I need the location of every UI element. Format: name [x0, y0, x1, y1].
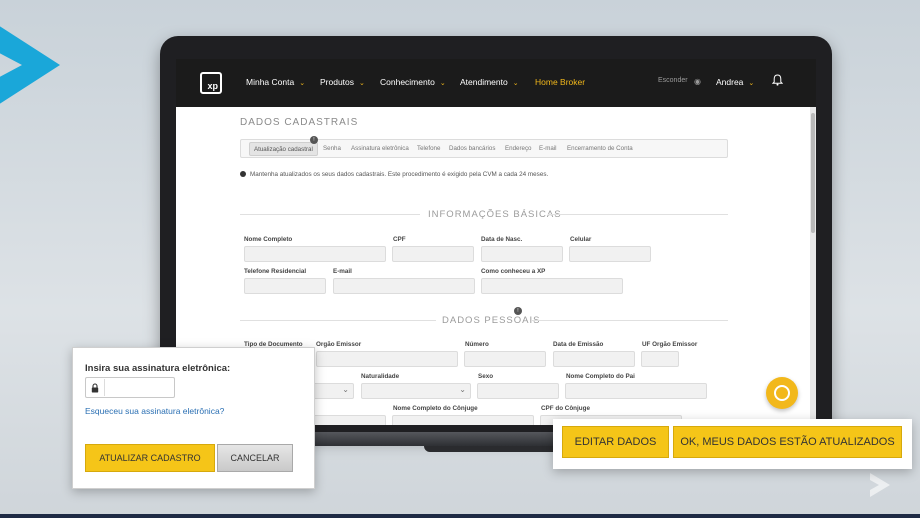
tab-encerramento-conta[interactable]: Encerramento de Conta [567, 145, 633, 152]
hide-balance-toggle[interactable]: Esconder [658, 77, 688, 84]
nome-pai-field[interactable] [565, 383, 707, 399]
como-conheceu-field[interactable] [481, 278, 623, 294]
chat-icon [774, 385, 790, 401]
data-nasc-field[interactable] [481, 246, 563, 262]
tab-email[interactable]: E-mail [539, 145, 557, 152]
telefone-residencial-field[interactable] [244, 278, 326, 294]
page-scrollbar[interactable] [810, 107, 816, 425]
nav-minha-conta[interactable]: Minha Conta ⌄ [246, 77, 305, 87]
label-data-nasc: Data de Nasc. [481, 236, 523, 243]
eye-icon[interactable]: ◉ [694, 77, 701, 86]
chat-button[interactable] [766, 377, 798, 409]
label-celular: Celular [570, 236, 592, 243]
tab-dados-bancarios[interactable]: Dados bancários [449, 145, 495, 152]
tab-assinatura-eletronica[interactable]: Assinatura eletrônica [351, 145, 409, 152]
nav-atendimento[interactable]: Atendimento ⌄ [460, 77, 519, 87]
brand-arrow-logo [0, 26, 60, 104]
label-orgao-emissor: Orgão Emissor [316, 341, 362, 348]
nav-home-broker[interactable]: Home Broker [535, 77, 585, 87]
divider [548, 214, 728, 215]
tab-senha[interactable]: Senha [323, 145, 341, 152]
nav-produtos[interactable]: Produtos ⌄ [320, 77, 365, 87]
tab-atualizacao-cadastral[interactable]: Atualização cadastral [249, 142, 318, 156]
divider [240, 214, 420, 215]
section-personal-data: DADOS PESSOAIS [240, 315, 728, 326]
cvm-notice: Mantenha atualizados os seus dados cadas… [240, 171, 548, 178]
section-alert-badge: ! [514, 307, 522, 315]
nav-conhecimento[interactable]: Conhecimento ⌄ [380, 77, 446, 87]
forgot-signature-link[interactable]: Esqueceu sua assinatura eletrônica? [85, 406, 224, 416]
page-title: DADOS CADASTRAIS [240, 117, 359, 128]
label-como-conheceu: Como conheceu a XP [481, 268, 546, 275]
top-navbar: xp Minha Conta ⌄ Produtos ⌄ Conhecimento ⌄ … [176, 59, 816, 107]
label-uf-orgao-emissor: UF Orgão Emissor [642, 341, 698, 348]
divider [532, 320, 728, 321]
label-nome-conjuge: Nome Completo do Cônjuge [393, 405, 478, 412]
cpf-field[interactable] [392, 246, 474, 262]
label-numero: Número [465, 341, 489, 348]
signature-input[interactable] [104, 379, 174, 396]
cancel-button[interactable]: CANCELAR [217, 444, 293, 472]
bottom-bar [0, 514, 920, 518]
signature-dialog: Insira sua assinatura eletrônica: Esquec… [72, 347, 315, 489]
chevron-down-icon: ⌄ [748, 80, 755, 87]
nome-conjuge-field[interactable] [392, 415, 534, 425]
sexo-field[interactable] [477, 383, 559, 399]
divider [240, 320, 436, 321]
email-field[interactable] [333, 278, 475, 294]
tab-telefone[interactable]: Telefone [417, 145, 440, 152]
nome-completo-field[interactable] [244, 246, 386, 262]
tab-alert-badge: ! [310, 136, 318, 144]
celular-field[interactable] [569, 246, 651, 262]
label-naturalidade: Naturalidade [361, 373, 400, 380]
chevron-down-icon: ⌄ [299, 80, 306, 87]
orgao-emissor-field[interactable] [316, 351, 458, 367]
uf-orgao-emissor-field[interactable] [641, 351, 679, 367]
laptop-notch [424, 446, 572, 452]
label-email: E-mail [333, 268, 352, 275]
label-sexo: Sexo [478, 373, 494, 380]
info-icon [240, 171, 246, 177]
label-nome-completo: Nome Completo [244, 236, 293, 243]
dialog-title: Insira sua assinatura eletrônica: [85, 363, 231, 374]
chevron-down-icon: ⌄ [359, 80, 365, 87]
signature-input-group [85, 377, 175, 398]
label-cpf: CPF [393, 236, 406, 243]
section-basic-info: INFORMAÇÕES BÁSICAS [240, 209, 728, 220]
naturalidade-select[interactable] [361, 383, 471, 399]
watermark-play-icon [870, 473, 890, 497]
label-telefone-residencial: Telefone Residencial [244, 268, 307, 275]
brand-logo[interactable]: xp [200, 72, 222, 94]
tab-endereco[interactable]: Endereço [505, 145, 532, 152]
confirm-bar: EDITAR DADOS OK, MEUS DADOS ESTÃO ATUALI… [553, 419, 912, 469]
lock-icon [91, 383, 99, 393]
user-menu[interactable]: Andrea ⌄ [716, 77, 754, 87]
chevron-down-icon: ⌄ [439, 80, 446, 87]
label-cpf-conjuge: CPF do Cônjuge [541, 405, 590, 412]
edit-data-button[interactable]: EDITAR DADOS [562, 426, 669, 458]
data-up-to-date-button[interactable]: OK, MEUS DADOS ESTÃO ATUALIZADOS [673, 426, 902, 458]
data-emissao-field[interactable] [553, 351, 635, 367]
label-data-emissao: Data de Emissão [553, 341, 604, 348]
section-title: INFORMAÇÕES BÁSICAS [428, 209, 562, 220]
scrollbar-thumb[interactable] [811, 113, 815, 233]
chevron-down-icon: ⌄ [512, 80, 519, 87]
section-title: DADOS PESSOAIS [442, 315, 541, 326]
label-nome-pai: Nome Completo do Pai [566, 373, 635, 380]
numero-field[interactable] [464, 351, 546, 367]
update-registration-button[interactable]: ATUALIZAR CADASTRO [85, 444, 215, 472]
bell-icon[interactable] [772, 74, 783, 86]
